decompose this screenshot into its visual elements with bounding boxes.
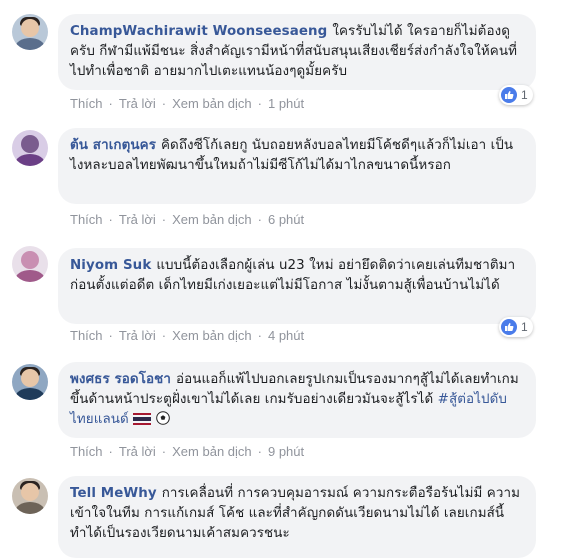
reply-link[interactable]: Trả lời [119, 328, 156, 343]
translate-link[interactable]: Xem bản dịch [172, 328, 252, 343]
comment-time[interactable]: 4 phút [268, 328, 304, 343]
soccer-ball-icon [155, 411, 170, 432]
comment-bubble: พงศธร รอดโอชา อ่อนแอก็แพ้ไปบอกเลยรูปเกมเป… [58, 362, 536, 438]
reply-link[interactable]: Trả lời [119, 96, 156, 111]
comment-author[interactable]: ChampWachirawit Woonseesaeng [70, 24, 327, 39]
comment-author[interactable]: Tell MeWhy [70, 486, 157, 501]
comment-time[interactable]: 1 phút [268, 96, 304, 111]
reply-link[interactable]: Trả lời [119, 444, 156, 459]
comment-actions: Thích · Trả lời · Xem bản dịch · 4 phút [70, 328, 305, 343]
thumbs-up-icon [501, 87, 517, 103]
comment-time[interactable]: 6 phút [268, 212, 304, 227]
comment-bubble: ChampWachirawit Woonseesaeng ใครรับไม่ได้… [58, 14, 536, 90]
reply-link[interactable]: Trả lời [119, 212, 156, 227]
reaction-count[interactable]: 1 [499, 317, 533, 337]
comment-bubble: ต้น สาเกตุนคร คิดถึงซีโก้เลยกู นับถอยหลัง… [58, 128, 536, 204]
comment-bubble: Tell MeWhy การเคลื่อนที่ การควบคุมอารมณ์ … [58, 476, 536, 558]
comment-author[interactable]: ต้น สาเกตุนคร [70, 138, 156, 153]
like-link[interactable]: Thích [70, 96, 103, 111]
comment-actions: Thích · Trả lời · Xem bản dịch · 9 phút [70, 444, 305, 459]
like-link[interactable]: Thích [70, 444, 103, 459]
translate-link[interactable]: Xem bản dịch [172, 96, 252, 111]
avatar[interactable] [12, 364, 48, 400]
comment-actions: Thích · Trả lời · Xem bản dịch · 6 phút [70, 212, 305, 227]
reaction-number: 1 [521, 88, 528, 102]
like-link[interactable]: Thích [70, 328, 103, 343]
avatar[interactable] [12, 14, 48, 50]
reaction-number: 1 [521, 320, 528, 334]
thumbs-up-icon [501, 319, 517, 335]
reaction-count[interactable]: 1 [499, 85, 533, 105]
translate-link[interactable]: Xem bản dịch [172, 212, 252, 227]
comment-actions: Thích · Trả lời · Xem bản dịch · 1 phút [70, 96, 305, 111]
translate-link[interactable]: Xem bản dịch [172, 444, 252, 459]
avatar[interactable] [12, 130, 48, 166]
comment-time[interactable]: 9 phút [268, 444, 304, 459]
comment-feed: ChampWachirawit Woonseesaeng ใครรับไม่ได้… [0, 0, 586, 558]
comment-author[interactable]: พงศธร รอดโอชา [70, 372, 171, 387]
thailand-flag-icon [133, 412, 152, 432]
like-link[interactable]: Thích [70, 212, 103, 227]
avatar[interactable] [12, 478, 48, 514]
comment-author[interactable]: Niyom Suk [70, 258, 151, 273]
avatar[interactable] [12, 246, 48, 282]
comment-bubble: Niyom Suk แบบนี้ต้องเลือกผู้เล่น u23 ใหม่… [58, 248, 536, 324]
